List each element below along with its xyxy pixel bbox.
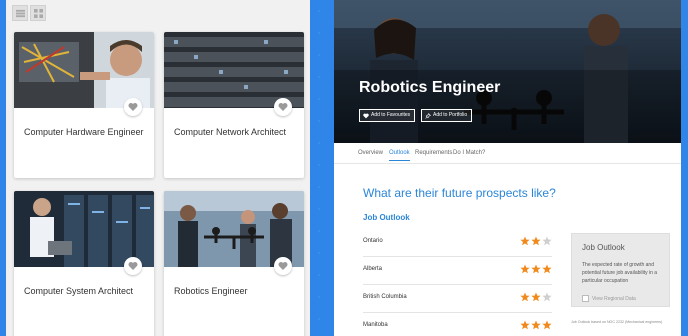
- outlook-row: Alberta: [363, 257, 552, 285]
- outlook-row: Ontario: [363, 229, 552, 257]
- add-to-portfolio-button[interactable]: Add to Portfolio: [421, 109, 473, 122]
- province-name: Alberta: [363, 266, 383, 272]
- star-icon: [520, 264, 530, 274]
- outlook-rating: [520, 264, 552, 274]
- hardware-engineer-photo: [14, 32, 154, 108]
- add-to-portfolio-label: Add to Portfolio: [433, 112, 468, 118]
- province-name: British Columbia: [363, 294, 407, 300]
- job-title: Robotics Engineer: [359, 79, 501, 96]
- star-icon: [542, 264, 552, 274]
- list-view-button[interactable]: [12, 5, 28, 21]
- career-card[interactable]: Robotics Engineer: [164, 191, 304, 336]
- star-icon: [542, 236, 552, 246]
- career-image: [164, 32, 304, 108]
- career-card[interactable]: Computer System Architect: [14, 191, 154, 336]
- favourite-button[interactable]: [124, 257, 142, 275]
- career-detail-panel: Robotics Engineer Add to Favourites Add …: [334, 0, 681, 336]
- tab-overview[interactable]: Overview: [358, 150, 383, 156]
- grid-icon: [33, 8, 43, 18]
- favourite-button[interactable]: [274, 257, 292, 275]
- star-icon: [520, 292, 530, 302]
- star-icon: [542, 292, 552, 302]
- outlook-row: Manitoba: [363, 313, 552, 336]
- add-to-favourites-label: Add to Favourites: [371, 112, 411, 118]
- career-image: [14, 191, 154, 267]
- heart-icon: [128, 103, 138, 111]
- pin-icon: [425, 112, 431, 119]
- tab-requirements[interactable]: Requirements: [415, 150, 452, 156]
- outlook-rating: [520, 292, 552, 302]
- heart-icon: [363, 113, 369, 118]
- detail-tabs: Overview Outlook Requirements Do I Match…: [334, 143, 681, 164]
- tab-outlook[interactable]: Outlook: [389, 150, 410, 161]
- view-regional-data-label: View Regional Data: [592, 295, 636, 302]
- job-outlook-info-box: Job Outlook The expected rate of growth …: [571, 233, 670, 307]
- career-image: [14, 32, 154, 108]
- star-icon: [531, 320, 541, 330]
- favourite-button[interactable]: [124, 98, 142, 116]
- star-icon: [520, 236, 530, 246]
- add-to-favourites-button[interactable]: Add to Favourites: [359, 109, 416, 122]
- career-card[interactable]: Computer Network Architect: [164, 32, 304, 178]
- career-card[interactable]: Computer Hardware Engineer: [14, 32, 154, 178]
- section-question: What are their future prospects like?: [363, 186, 556, 200]
- robotics-engineer-photo: [164, 191, 304, 267]
- tab-do-i-match[interactable]: Do I Match?: [453, 150, 485, 156]
- outlook-rating: [520, 236, 552, 246]
- star-icon: [531, 264, 541, 274]
- heart-icon: [128, 262, 138, 270]
- outlook-row: British Columbia: [363, 285, 552, 313]
- career-image: [164, 191, 304, 267]
- outlook-rating: [520, 320, 552, 330]
- star-icon: [531, 236, 541, 246]
- view-regional-data-link[interactable]: View Regional Data: [582, 295, 636, 302]
- list-icon: [15, 9, 25, 17]
- heart-icon: [278, 262, 288, 270]
- province-name: Ontario: [363, 238, 383, 244]
- star-icon: [542, 320, 552, 330]
- heart-icon: [278, 103, 288, 111]
- star-icon: [520, 320, 530, 330]
- info-box-title: Job Outlook: [582, 243, 625, 252]
- grid-view-button[interactable]: [30, 5, 46, 21]
- career-grid-panel: Computer Hardware Engineer Computer Netw…: [6, 0, 310, 336]
- province-name: Manitoba: [363, 322, 388, 328]
- regional-data-checkbox-icon: [582, 295, 589, 302]
- favourite-button[interactable]: [274, 98, 292, 116]
- info-box-description: The expected rate of growth and potentia…: [582, 262, 658, 284]
- star-icon: [531, 292, 541, 302]
- network-architect-photo: [164, 32, 304, 108]
- view-toggle: [12, 5, 46, 21]
- job-outlook-heading: Job Outlook: [363, 213, 410, 222]
- outlook-footnote: Job Outlook based on NOC 2232 (Mechanica…: [571, 320, 663, 324]
- system-architect-photo: [14, 191, 154, 267]
